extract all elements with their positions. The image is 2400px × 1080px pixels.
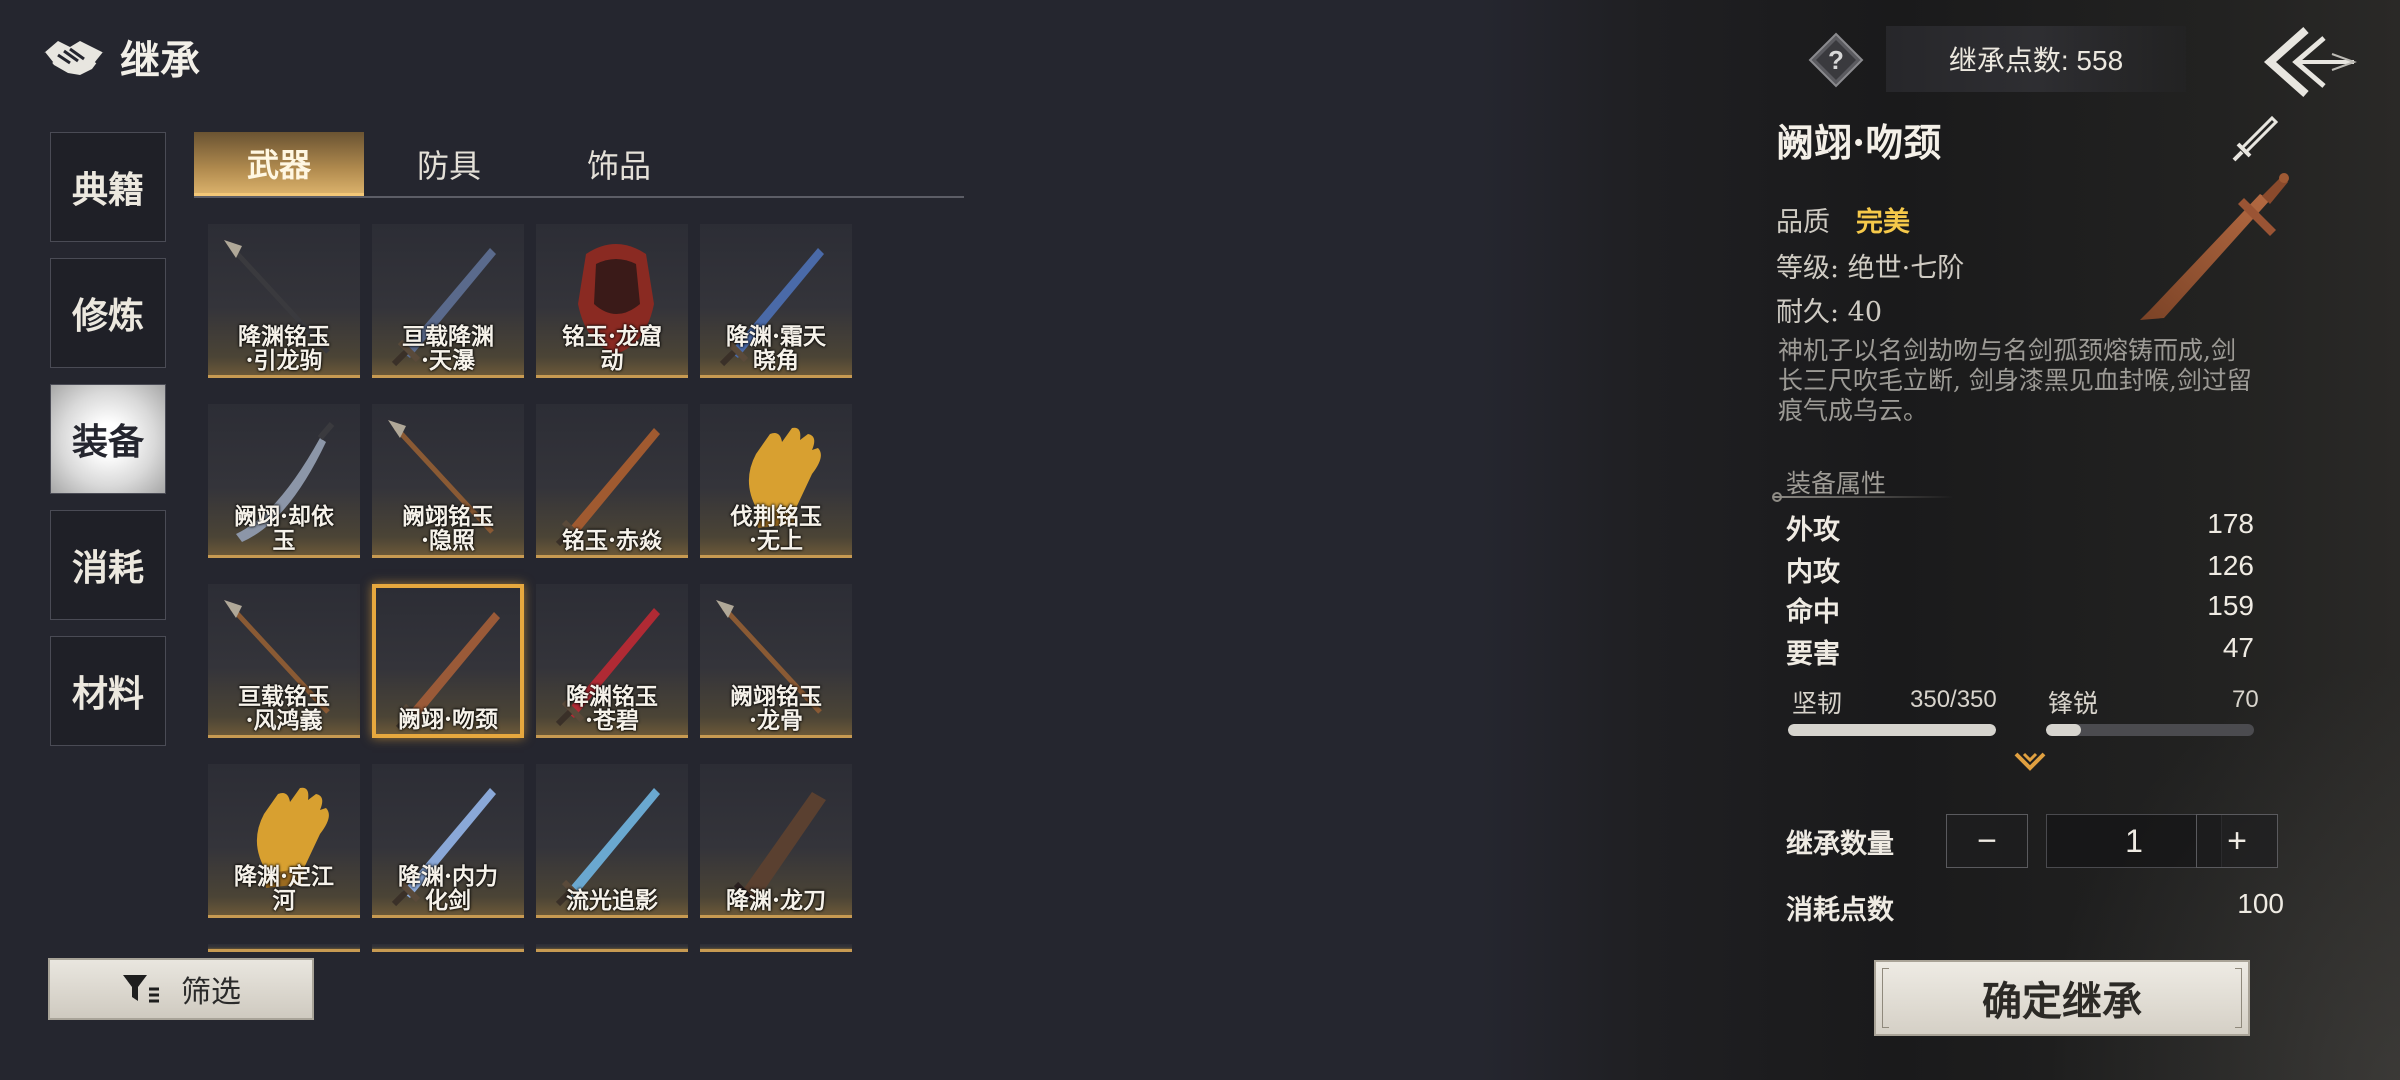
question-icon[interactable]: ? [1808,32,1864,88]
filter-icon [123,975,159,1003]
stat-name: 要害 [1786,639,1840,670]
item-cell[interactable]: 铭玉·龙窟 动 [536,224,688,378]
sidebar-item-label: 修炼 [71,295,144,337]
item-cell[interactable]: 阙翊铭玉 ·龙骨 [700,584,852,738]
item-preview-sword-icon [2140,173,2289,320]
item-cell-label: 降渊铭玉 ·苍碧 [566,683,658,734]
sidebar-item-label: 消耗 [71,547,144,589]
filter-button[interactable]: 筛选 [48,958,314,1020]
stat-value: 126 [2207,550,2254,581]
item-cell[interactable]: 阙翊铭玉 ·隐照 [372,404,524,558]
item-cell-partial [536,944,688,952]
item-cell[interactable]: 降渊·霜天 晓角 [700,224,852,378]
item-cell-label: 伐荆铭玉 ·无上 [730,503,822,554]
item-cell[interactable]: 降渊·龙刀 [700,764,852,918]
page-header: 继承 [40,28,200,86]
item-cell[interactable]: 阙翊·吻颈 [372,584,524,738]
item-cell[interactable]: 降渊·定江 河 [208,764,360,918]
item-cell-label: 降渊·霜天 晓角 [725,323,826,374]
toughness-bar [1788,724,1996,736]
sidebar-item-materials[interactable]: 材料 [50,636,166,746]
stat-value: 178 [2207,508,2254,539]
tab-armor[interactable]: 防具 [364,132,534,196]
sidebar-item-classics[interactable]: 典籍 [50,132,166,242]
confirm-inherit-button[interactable]: 确定继承 [1874,960,2250,1036]
quality-label: 品质 [1776,207,1830,238]
attributes-title: 装备属性 [1786,469,1887,498]
item-cell[interactable]: 亘载降渊 ·天瀑 [372,224,524,378]
item-cell-label: 流光追影 [566,887,658,914]
item-description: 神机子以名剑劫吻与名剑孤颈熔铸而成,剑长三尺吹毛立断, 剑身漆黑见血封喉,剑过留… [1778,336,2252,425]
tab-accessories[interactable]: 饰品 [534,132,704,196]
stat-name: 外攻 [1786,515,1840,546]
toughness-label: 坚韧 [1792,689,1843,718]
sharpness-bar [2046,724,2254,736]
item-cell[interactable]: 降渊·内力 化剑 [372,764,524,918]
toughness-bar-fill [1788,724,1996,736]
durability-text: 耐久: 40 [1776,297,1883,328]
inherit-points: 继承点数: 558 [1886,26,2186,92]
item-cell[interactable]: 降渊铭玉 ·引龙驹 [208,224,360,378]
stat-value: 47 [2222,632,2254,663]
page-title: 继承 [120,37,200,84]
sidebar-item-equipment[interactable]: 装备 [50,384,166,494]
chevron-down-icon[interactable] [2014,750,2046,772]
attributes-divider-dot [1772,492,1782,502]
item-cell-label: 阙翊·却依 玉 [233,503,334,554]
sidebar-item-consumables[interactable]: 消耗 [50,510,166,620]
sidebar-item-label: 典籍 [71,169,144,211]
item-name: 阙翊·吻颈 [1776,120,1942,165]
cost-points-label: 消耗点数 [1786,895,1894,926]
svg-text:?: ? [1828,45,1844,75]
quality-value: 完美 [1856,207,1910,238]
sidebar-item-cultivation[interactable]: 修炼 [50,258,166,368]
cost-points-value: 100 [2237,888,2284,919]
item-cell[interactable]: 流光追影 [536,764,688,918]
sharpness-value: 70 [2232,686,2259,713]
item-cell-partial [208,944,360,952]
item-cell-label: 亘载降渊 ·天瀑 [402,323,494,374]
item-cell-label: 降渊·定江 河 [233,863,334,914]
tab-weapons[interactable]: 武器 [194,132,364,196]
quantity-increase-button[interactable]: + [2196,814,2278,868]
item-cell[interactable]: 亘载铭玉 ·风鸿義 [208,584,360,738]
item-cell-partial [372,944,524,952]
toughness-value: 350/350 [1910,686,1997,713]
item-cell-label: 阙翊铭玉 ·隐照 [402,503,494,554]
item-cell-label: 阙翊铭玉 ·龙骨 [730,683,822,734]
item-cell[interactable]: 降渊铭玉 ·苍碧 [536,584,688,738]
sidebar-item-label: 装备 [71,421,144,463]
item-cell[interactable]: 伐荆铭玉 ·无上 [700,404,852,558]
item-cell-label: 降渊铭玉 ·引龙驹 [238,323,330,374]
category-tabs: 武器 防具 饰品 [194,132,964,198]
confirm-inherit-label: 确定继承 [1982,978,2142,1025]
item-cell-label: 降渊·龙刀 [725,887,826,914]
stat-value: 159 [2207,590,2254,621]
sharpness-bar-fill [2046,724,2082,736]
filter-label: 筛选 [181,975,241,1010]
item-grid[interactable]: 降渊铭玉 ·引龙驹 亘载降渊 ·天瀑 铭玉·龙窟 动降渊·霜天 晓角 阙翊·却依 玉阙… [208,224,858,952]
quality-row: 品质 完美 [1776,200,1910,239]
sword-outline-icon[interactable] [2228,114,2280,166]
stat-name: 内攻 [1786,557,1840,588]
sidebar-item-label: 材料 [71,673,144,715]
item-cell-partial [700,944,852,952]
inherit-quantity-label: 继承数量 [1786,829,1894,860]
item-cell[interactable]: 铭玉·赤焱 [536,404,688,558]
quantity-decrease-button[interactable]: − [1946,814,2028,868]
item-cell-label: 铭玉·赤焱 [561,527,662,554]
sharpness-label: 锋锐 [2048,689,2099,718]
item-cell[interactable]: 阙翊·却依 玉 [208,404,360,558]
item-cell-label: 降渊·内力 化剑 [397,863,498,914]
back-arrow-icon[interactable] [2262,24,2358,100]
stat-name: 命中 [1786,597,1840,628]
level-text: 等级: 绝世·七阶 [1776,253,1965,284]
item-cell-label: 阙翊·吻颈 [397,706,498,733]
attributes-divider [1774,496,1954,498]
item-cell-label: 亘载铭玉 ·风鸿義 [238,683,330,734]
handshake-icon [42,41,106,75]
item-cell-label: 铭玉·龙窟 动 [561,323,662,374]
